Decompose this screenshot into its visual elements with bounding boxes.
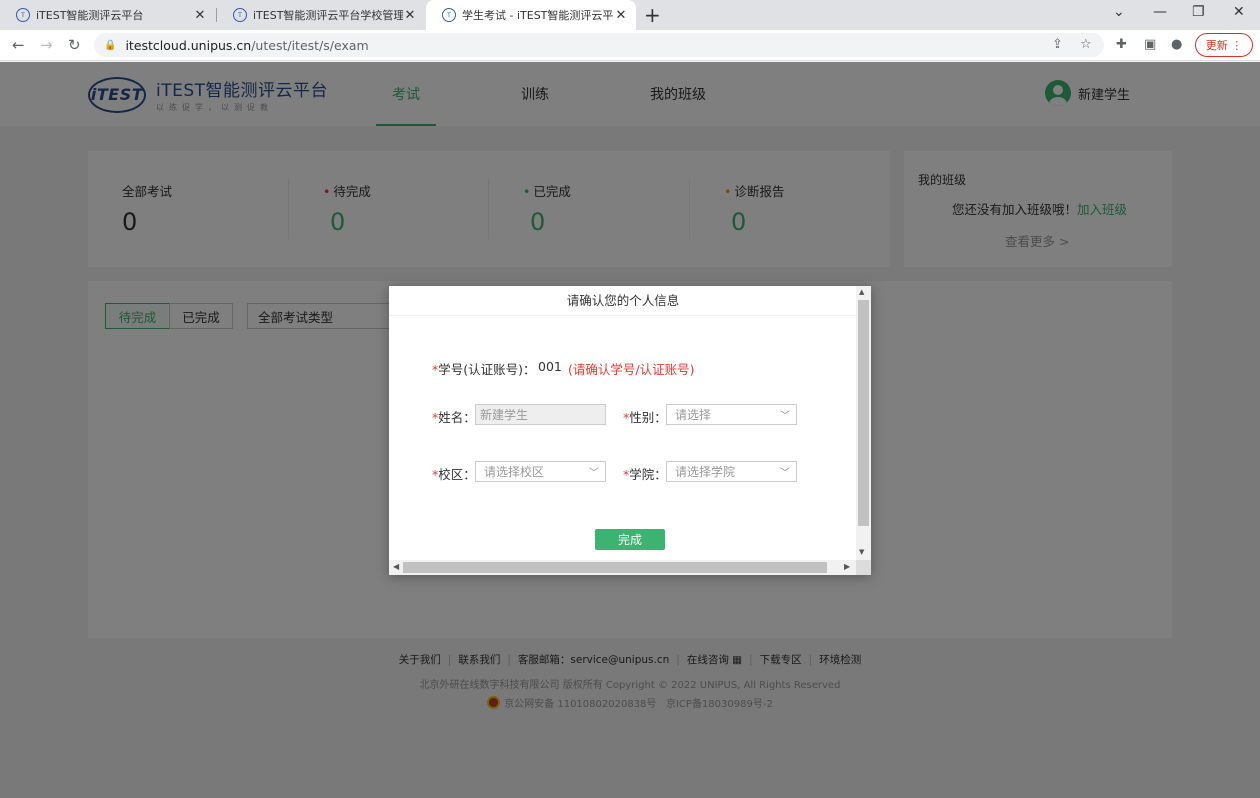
share-icon[interactable]: ⇪ [1052, 37, 1063, 52]
update-button[interactable]: 更新 ⋮ [1195, 33, 1253, 57]
gender-select[interactable]: 请选择 ﹀ [666, 404, 797, 425]
site-favicon-icon: T [233, 8, 247, 22]
student-id-hint: (请确认学号/认证账号) [568, 362, 695, 377]
personal-info-dialog: 请确认您的个人信息 *学号(认证账号)： 001 (请确认学号/认证账号) *姓… [389, 286, 871, 575]
browser-tab-active[interactable]: T 学生考试 - iTEST智能测评云平台 ✕ [426, 0, 636, 30]
college-select[interactable]: 请选择学院 ﹀ [666, 461, 797, 482]
chevron-down-icon: ﹀ [780, 411, 790, 422]
tab-title: 学生考试 - iTEST智能测评云平台 [462, 9, 614, 22]
dialog-title: 请确认您的个人信息 [389, 286, 857, 316]
scroll-down-icon[interactable]: ▼ [859, 548, 864, 556]
student-id-value: 001 [538, 359, 562, 374]
browser-toolbar: ← → ↻ 🔒 itestcloud.unipus.cn/utest/itest… [0, 30, 1260, 61]
close-window-icon[interactable]: ✕ [1233, 4, 1245, 20]
campus-select[interactable]: 请选择校区 ﹀ [475, 461, 606, 482]
bookmark-star-icon[interactable]: ☆ [1080, 37, 1092, 52]
student-id-label: *学号(认证账号)： [432, 362, 536, 377]
back-icon[interactable]: ← [12, 36, 25, 54]
restore-icon[interactable]: ❐ [1192, 4, 1205, 20]
reload-icon[interactable]: ↻ [68, 36, 81, 54]
forward-icon[interactable]: → [40, 36, 53, 54]
extensions-icon[interactable]: ✚ [1116, 37, 1127, 52]
college-label: *学院： [623, 467, 667, 482]
browser-tab-1[interactable]: T iTEST智能测评云平台 ✕ [0, 0, 215, 30]
tab-title: iTEST智能测评云平台学校管理员 [253, 9, 403, 22]
close-tab-icon[interactable]: ✕ [193, 8, 207, 23]
name-field[interactable]: 新建学生 [475, 404, 606, 425]
lock-icon: 🔒 [104, 39, 117, 51]
minimize-icon[interactable]: — [1153, 4, 1167, 20]
campus-label: *校区： [432, 467, 476, 482]
tab-search-icon[interactable]: ⌄ [1113, 4, 1125, 20]
scroll-thumb[interactable] [858, 300, 869, 526]
chevron-down-icon: ﹀ [780, 468, 790, 479]
url-path: /utest/itest/s/exam [251, 37, 369, 53]
browser-tab-2[interactable]: T iTEST智能测评云平台学校管理员 ✕ [217, 0, 425, 30]
gender-placeholder: 请选择 [675, 408, 712, 422]
name-label: *姓名： [432, 410, 476, 425]
college-placeholder: 请选择学院 [675, 465, 736, 479]
browser-tab-bar: T iTEST智能测评云平台 ✕ T iTEST智能测评云平台学校管理员 ✕ T… [0, 0, 1260, 30]
profile-icon[interactable]: ● [1171, 37, 1182, 52]
scroll-thumb[interactable] [403, 562, 827, 573]
new-tab-icon[interactable]: + [644, 3, 661, 27]
scroll-left-icon[interactable]: ◀ [393, 562, 399, 571]
site-favicon-icon: T [442, 8, 456, 22]
url-host: itestcloud.unipus.cn [125, 37, 252, 53]
campus-placeholder: 请选择校区 [484, 465, 545, 479]
dialog-vertical-scrollbar[interactable]: ▲ ▼ [856, 286, 871, 561]
tab-title: iTEST智能测评云平台 [36, 9, 144, 22]
chevron-down-icon: ﹀ [589, 468, 599, 479]
address-bar[interactable]: 🔒 itestcloud.unipus.cn/utest/itest/s/exa… [94, 33, 1104, 57]
scrollbar-corner [856, 560, 871, 575]
close-tab-icon[interactable]: ✕ [614, 8, 628, 23]
site-favicon-icon: T [16, 8, 30, 22]
side-panel-icon[interactable]: ▣ [1144, 37, 1156, 52]
submit-button[interactable]: 完成 [595, 529, 665, 550]
close-tab-icon[interactable]: ✕ [403, 8, 417, 23]
gender-label: *性别： [623, 410, 667, 425]
scroll-up-icon[interactable]: ▲ [859, 288, 864, 296]
scroll-right-icon[interactable]: ▶ [844, 562, 850, 571]
dialog-horizontal-scrollbar[interactable]: ◀ ▶ [389, 560, 856, 575]
update-label: 更新 [1205, 39, 1228, 52]
